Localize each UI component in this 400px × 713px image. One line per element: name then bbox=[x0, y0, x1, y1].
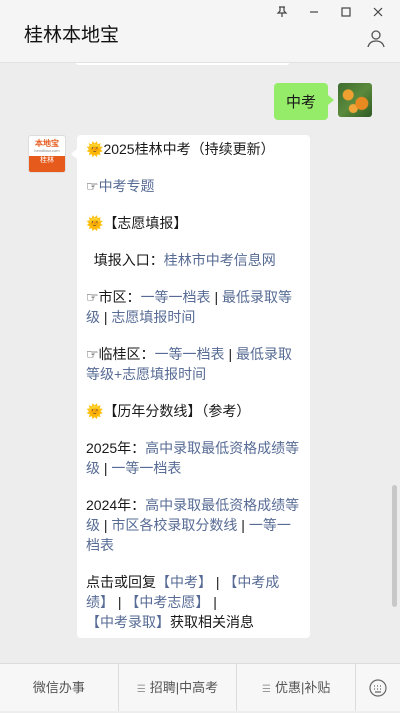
my-message-bubble[interactable]: 中考 bbox=[273, 83, 335, 120]
title-bar: 桂林本地宝 bbox=[0, 0, 400, 63]
chat-title: 桂林本地宝 bbox=[24, 25, 120, 46]
sun-icon: 🌞 bbox=[86, 215, 104, 231]
maximize-icon[interactable] bbox=[330, 2, 362, 22]
topic-link[interactable]: 中考专题 bbox=[99, 178, 155, 194]
year-2024-line: 2024年：高中录取最低资格成绩等级 | 市区各校录取分数线 | 一等一档表 bbox=[86, 497, 300, 553]
section-history-title: 🌞【历年分数线】（参考） bbox=[86, 403, 251, 419]
window-controls bbox=[266, 2, 394, 22]
avatar-brand-text: 本地宝 bbox=[35, 139, 59, 148]
y2024-link-school-scores[interactable]: 市区各校录取分数线 bbox=[111, 517, 237, 533]
menu-item-discounts[interactable]: ☰ 优惠|补贴 bbox=[236, 664, 355, 711]
keyword-admission[interactable]: 【中考录取】 bbox=[86, 614, 170, 630]
menu-item-wechat-service[interactable]: 微信办事 bbox=[0, 664, 118, 711]
avatar-city-text: 桂林 bbox=[29, 156, 65, 172]
bot-message: 本地宝 bendibao.com 桂林 🌞2025桂林中考（持续更新） ☞中考专… bbox=[28, 135, 310, 638]
year-2025-line: 2025年：高中录取最低资格成绩等级 | 一等一档表 bbox=[86, 440, 300, 476]
city-link-first-tier[interactable]: 一等一档表 bbox=[141, 289, 211, 305]
user-profile-icon[interactable] bbox=[366, 28, 386, 53]
previous-message-bubble bbox=[75, 63, 290, 65]
keyword-zhongkao[interactable]: 【中考】 bbox=[156, 574, 212, 590]
y2025-link-first-tier[interactable]: 一等一档表 bbox=[111, 460, 181, 476]
my-message: 中考 bbox=[273, 83, 372, 120]
menu-list-icon: ☰ bbox=[136, 684, 146, 695]
topic-line: ☞中考专题 bbox=[86, 176, 301, 196]
menu-list-icon: ☰ bbox=[262, 684, 271, 695]
chat-scrollbar[interactable] bbox=[392, 485, 397, 607]
bottom-menu: 微信办事 ☰ 招聘|中高考 ☰ 优惠|补贴 bbox=[0, 663, 400, 711]
chat-area[interactable]: 中考 本地宝 bendibao.com 桂林 🌞2025桂林中考（持续更新） ☞… bbox=[0, 63, 400, 663]
my-avatar[interactable] bbox=[338, 83, 372, 117]
pin-icon[interactable] bbox=[266, 2, 298, 22]
menu-item-jobs-exams[interactable]: ☰ 招聘|中高考 bbox=[117, 664, 237, 711]
keyboard-toggle-icon[interactable] bbox=[355, 664, 400, 711]
footer-line: 点击或回复【中考】 | 【中考成绩】 | 【中考志愿】 | 【中考录取】获取相关… bbox=[86, 574, 280, 630]
lingui-link-first-tier[interactable]: 一等一档表 bbox=[155, 346, 225, 362]
avatar-domain-text: bendibao.com bbox=[34, 148, 60, 153]
entry-link[interactable]: 桂林市中考信息网 bbox=[164, 252, 276, 268]
lingui-line: ☞临桂区：一等一档表 | 最低录取等级+志愿填报时间 bbox=[86, 346, 292, 382]
close-icon[interactable] bbox=[362, 2, 394, 22]
bot-message-bubble: 🌞2025桂林中考（持续更新） ☞中考专题 🌞【志愿填报】 填报入口：桂林市中考… bbox=[71, 135, 310, 638]
city-link-fill-time[interactable]: 志愿填报时间 bbox=[111, 309, 195, 325]
entry-line: 填报入口：桂林市中考信息网 bbox=[93, 252, 276, 268]
header-line: 🌞2025桂林中考（持续更新） bbox=[86, 141, 275, 157]
sun-icon: 🌞 bbox=[86, 403, 104, 419]
keyword-volunteer[interactable]: 【中考志愿】 bbox=[125, 594, 209, 610]
sun-icon: 🌞 bbox=[86, 141, 104, 157]
bot-avatar[interactable]: 本地宝 bendibao.com 桂林 bbox=[28, 135, 66, 173]
pointing-hand-icon: ☞ bbox=[86, 178, 99, 194]
section-volunteer-title: 🌞【志愿填报】 bbox=[86, 215, 188, 231]
city-line: ☞市区：一等一档表 | 最低录取等级 | 志愿填报时间 bbox=[86, 289, 292, 325]
minimize-icon[interactable] bbox=[298, 2, 330, 22]
